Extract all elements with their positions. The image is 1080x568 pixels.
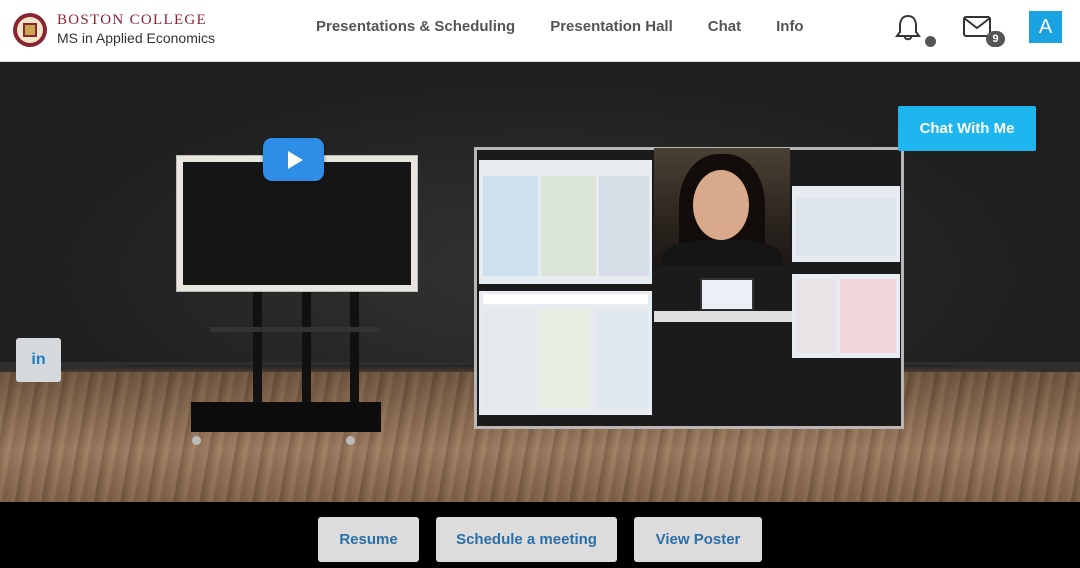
bell-icon[interactable] xyxy=(895,13,921,41)
notification-dot xyxy=(925,36,936,47)
stand-base xyxy=(191,402,381,432)
stand-pole xyxy=(350,292,359,407)
poster-panel-top-left[interactable] xyxy=(479,160,652,284)
nav-presentations-scheduling[interactable]: Presentations & Scheduling xyxy=(316,18,515,35)
nav-presentation-hall[interactable]: Presentation Hall xyxy=(550,18,673,35)
main-nav: Presentations & Scheduling Presentation … xyxy=(316,18,839,35)
linkedin-button[interactable]: in xyxy=(16,338,61,382)
brand[interactable]: BOSTON COLLEGE MS in Applied Economics xyxy=(57,12,215,47)
stand-wheel xyxy=(346,436,355,445)
brand-subtitle: MS in Applied Economics xyxy=(57,30,215,46)
bottom-action-bar: Resume Schedule a meeting View Poster xyxy=(0,502,1080,568)
poster-panel-top-right[interactable] xyxy=(792,186,900,262)
top-header: BOSTON COLLEGE MS in Applied Economics P… xyxy=(0,0,1080,62)
resume-button[interactable]: Resume xyxy=(318,517,419,562)
nav-info[interactable]: Info xyxy=(776,18,804,35)
stand-pole xyxy=(302,292,311,407)
poster-panel-bottom-right[interactable] xyxy=(792,274,900,358)
brand-title: BOSTON COLLEGE xyxy=(57,12,208,28)
stand-wheel xyxy=(192,436,201,445)
stand-shelf xyxy=(210,327,380,332)
poster-panel-main[interactable] xyxy=(479,291,652,415)
chat-with-me-button[interactable]: Chat With Me xyxy=(898,106,1036,151)
user-avatar[interactable]: A xyxy=(1029,11,1062,43)
college-seal-logo[interactable] xyxy=(12,12,48,48)
view-poster-button[interactable]: View Poster xyxy=(634,517,762,562)
schedule-meeting-button[interactable]: Schedule a meeting xyxy=(436,517,617,562)
nav-chat[interactable]: Chat xyxy=(708,18,741,35)
virtual-booth-scene: in Chat With Me xyxy=(0,62,1080,502)
mail-count-badge: 9 xyxy=(986,31,1005,47)
presenter-photo xyxy=(654,148,790,266)
stand-pole xyxy=(253,292,262,407)
play-icon[interactable] xyxy=(263,138,324,181)
laptop[interactable] xyxy=(700,278,754,311)
